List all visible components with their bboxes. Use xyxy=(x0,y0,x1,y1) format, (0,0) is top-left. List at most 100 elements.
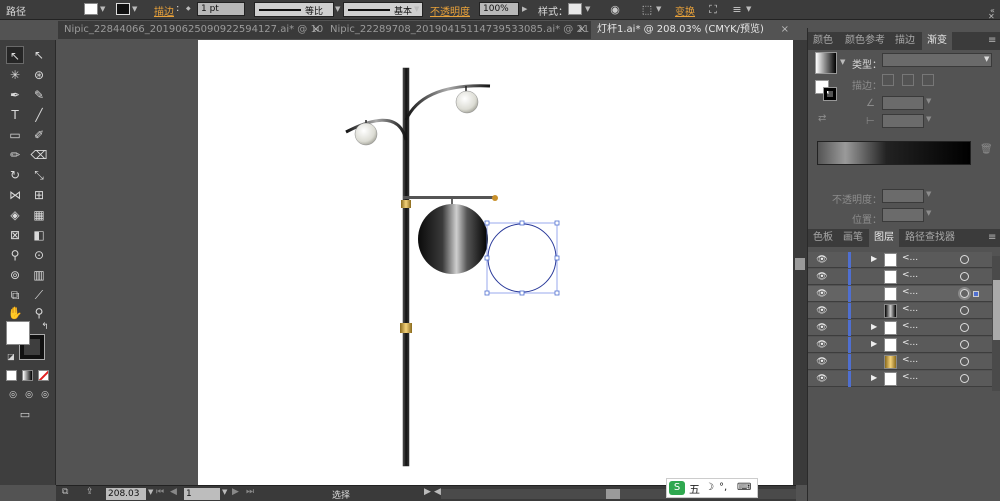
target-circle-icon[interactable] xyxy=(960,272,969,281)
visibility-eye-icon[interactable]: 👁 xyxy=(816,339,828,351)
target-circle-icon[interactable] xyxy=(960,255,969,264)
gold-ring-upper[interactable] xyxy=(401,200,411,208)
handle-tl[interactable] xyxy=(484,220,490,226)
eraser-tool-icon[interactable]: ⌫ xyxy=(30,146,48,164)
ime-punct-icon[interactable]: °, xyxy=(719,482,727,493)
gradient-slider-bar[interactable] xyxy=(817,141,971,165)
sign-bracket-bar[interactable] xyxy=(403,196,494,199)
pen-tool-icon[interactable]: ✒ xyxy=(6,86,24,104)
blend-tool-icon[interactable]: ⊙ xyxy=(30,246,48,264)
target-circle-icon[interactable] xyxy=(960,323,969,332)
tab-layers[interactable]: 图层 xyxy=(869,229,899,247)
profile-2-dropdown-icon[interactable]: ▼ xyxy=(414,3,422,15)
stroke-stepper-icon[interactable]: ◆ xyxy=(186,3,194,15)
stop-opacity-dropdown-icon[interactable]: ▼ xyxy=(926,190,931,198)
zoom-dropdown-icon[interactable]: ▼ xyxy=(148,488,153,496)
tab-swatches[interactable]: 色板 xyxy=(808,229,838,247)
layer-row[interactable]: 👁 ▶ <... xyxy=(808,320,992,336)
visibility-eye-icon[interactable]: 👁 xyxy=(816,288,828,300)
recolor-artwork-icon[interactable]: ◉ xyxy=(608,3,622,16)
scroll-left-icon[interactable]: ◀ xyxy=(434,487,441,497)
handle-br[interactable] xyxy=(554,290,560,296)
last-artboard-icon[interactable]: ⏭ xyxy=(246,487,254,497)
handle-mr[interactable] xyxy=(554,255,560,261)
angle-dropdown-icon[interactable]: ▼ xyxy=(926,97,931,105)
layer-row[interactable]: 👁 ▶ <... xyxy=(808,337,992,353)
layers-scrollbar[interactable] xyxy=(992,256,1000,391)
bracket-end-knob[interactable] xyxy=(492,195,498,201)
variable-width-profile-select[interactable]: 等比 xyxy=(254,2,334,17)
color-mode-icon[interactable] xyxy=(6,370,17,381)
handle-tr[interactable] xyxy=(554,220,560,226)
direct-selection-tool-icon[interactable]: ↖ xyxy=(30,46,48,64)
selection-indicator-icon[interactable] xyxy=(973,291,979,297)
paintbrush-tool-icon[interactable]: ✐ xyxy=(30,126,48,144)
brush-definition-select[interactable]: 基本 xyxy=(343,2,423,17)
stop-position-input[interactable] xyxy=(882,208,924,222)
selected-circle-path[interactable] xyxy=(484,220,560,296)
opacity-input[interactable]: 100% xyxy=(479,2,519,16)
menu-dropdown-icon[interactable]: ▼ xyxy=(746,3,754,15)
stroke-across-icon[interactable] xyxy=(922,74,934,86)
page-dropdown-icon[interactable]: ▼ xyxy=(222,488,227,496)
reverse-gradient-icon[interactable]: ⇄ xyxy=(818,113,826,124)
artboard[interactable] xyxy=(198,40,793,485)
type-tool-icon[interactable]: T xyxy=(6,106,24,124)
gold-ring-lower[interactable] xyxy=(400,323,412,333)
ime-logo-icon[interactable]: S xyxy=(669,481,685,495)
aspect-ratio-input[interactable] xyxy=(882,114,924,128)
horizontal-scroll-thumb[interactable] xyxy=(606,489,620,499)
target-circle-icon[interactable] xyxy=(960,374,969,383)
transform-link[interactable]: 变换 xyxy=(675,3,695,18)
slice-tool-icon[interactable]: ⟋ xyxy=(30,286,48,304)
tab-color-guide[interactable]: 颜色参考 xyxy=(840,32,890,50)
artboard-tool-icon[interactable]: ⧉ xyxy=(6,286,24,304)
panel-close-icon[interactable]: ✕ xyxy=(988,12,995,21)
handle-bm[interactable] xyxy=(519,290,525,296)
default-colors-icon[interactable]: ◪ xyxy=(2,348,20,366)
expand-triangle-icon[interactable]: ▶ xyxy=(871,339,877,348)
visibility-eye-icon[interactable]: 👁 xyxy=(816,271,828,283)
circle-outline[interactable] xyxy=(487,223,557,293)
gradient-mode-icon[interactable] xyxy=(22,370,33,381)
document-tab-2[interactable]: Nipic_22289708_20190415114739533085.ai* … xyxy=(324,21,590,39)
opacity-dropdown-icon[interactable]: ▶ xyxy=(522,3,530,15)
layer-row-selected[interactable]: 👁 <... xyxy=(808,286,992,302)
hand-tool-icon[interactable]: ✋ xyxy=(6,304,24,322)
fill-dropdown-icon[interactable]: ▼ xyxy=(100,3,108,15)
align-dropdown-icon[interactable]: ▼ xyxy=(656,3,664,15)
zoom-input[interactable]: 208.03 xyxy=(106,488,146,500)
handle-tm[interactable] xyxy=(519,220,525,226)
profile-1-dropdown-icon[interactable]: ▼ xyxy=(335,3,343,15)
tab-gradient[interactable]: 渐变 xyxy=(922,32,952,50)
visibility-eye-icon[interactable]: 👁 xyxy=(816,254,828,266)
close-icon[interactable]: × xyxy=(781,21,789,39)
menu-icon[interactable]: ≡ xyxy=(730,3,744,16)
rotate-tool-icon[interactable]: ↻ xyxy=(6,166,24,184)
tab-pathfinder[interactable]: 路径查找器 xyxy=(900,229,960,247)
gradient-sign-disc[interactable] xyxy=(418,204,488,274)
pole-shaft[interactable] xyxy=(402,67,410,467)
none-mode-icon[interactable] xyxy=(38,370,49,381)
input-method-toolbar[interactable]: S 五 ☽ °, ⌨ xyxy=(666,478,758,498)
selection-tool-icon[interactable]: ↖ xyxy=(6,46,24,64)
symbol-sprayer-tool-icon[interactable]: ⊚ xyxy=(6,266,24,284)
gradient-type-select[interactable] xyxy=(882,53,992,67)
stroke-weight-input[interactable]: 1 pt xyxy=(197,2,245,16)
delete-stop-icon[interactable]: 🗑 xyxy=(980,144,993,155)
angle-input[interactable] xyxy=(882,96,924,110)
export-icon[interactable]: ⇪ xyxy=(86,487,94,497)
handle-ml[interactable] xyxy=(484,255,490,261)
next-artboard-icon[interactable]: ▶ xyxy=(232,487,239,497)
vertical-scrollbar[interactable] xyxy=(793,40,807,485)
ime-mode-label[interactable]: 五 xyxy=(689,481,700,497)
stop-opacity-input[interactable] xyxy=(882,189,924,203)
target-circle-icon[interactable] xyxy=(960,357,969,366)
document-tab-3[interactable]: 灯杆1.ai* @ 208.03% (CMYK/预览) × xyxy=(591,21,793,39)
lamp-bulb-right[interactable] xyxy=(455,90,479,114)
magic-wand-tool-icon[interactable]: ✳ xyxy=(6,66,24,84)
isolate-icon[interactable]: ⛶ xyxy=(706,3,720,16)
opacity-link[interactable]: 不透明度 xyxy=(430,3,470,18)
perspective-grid-tool-icon[interactable]: ▦ xyxy=(30,206,48,224)
canvas-pasteboard[interactable] xyxy=(57,40,793,485)
